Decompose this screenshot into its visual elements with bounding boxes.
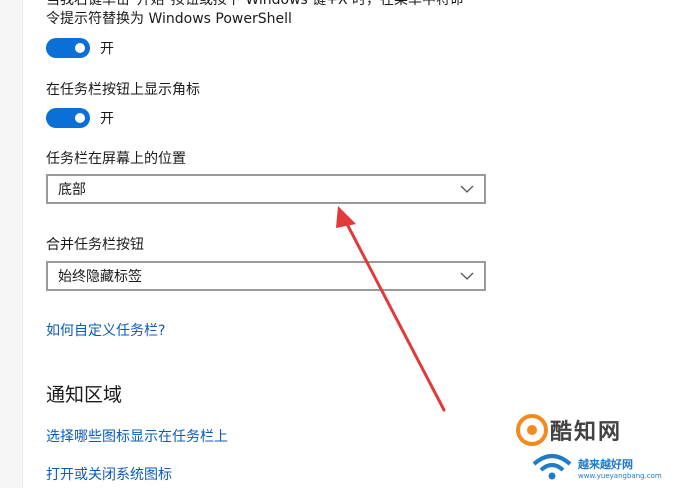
winx-toggle-row[interactable]: 开 <box>46 38 114 58</box>
taskbar-position-select[interactable]: 底部 <box>46 174 486 204</box>
combine-buttons-value: 始终隐藏标签 <box>58 269 142 285</box>
combine-buttons-select[interactable]: 始终隐藏标签 <box>46 261 486 291</box>
notification-area-title: 通知区域 <box>46 384 123 406</box>
watermark-url: www.yueyangbang.com <box>578 472 662 480</box>
winx-toggle-state: 开 <box>100 41 114 57</box>
settings-page: 当我右键单击"开始"按钮或按下 Windows 键+X 时，在菜单中将命 令提示… <box>0 0 673 488</box>
badges-toggle-row[interactable]: 开 <box>46 108 114 128</box>
taskbar-position-label: 任务栏在屏幕上的位置 <box>46 151 186 167</box>
watermark-brand: 酷知网 <box>550 420 623 445</box>
badges-label: 在任务栏按钮上显示角标 <box>46 82 200 98</box>
chevron-down-icon <box>460 185 474 193</box>
toggle-knob <box>75 43 85 53</box>
badges-toggle-state: 开 <box>100 111 114 127</box>
winx-description-line2: 令提示符替换为 Windows PowerShell <box>46 11 292 27</box>
badges-toggle-switch[interactable] <box>46 108 90 128</box>
left-gutter <box>0 0 23 488</box>
chevron-down-icon <box>460 272 474 280</box>
select-taskbar-icons-link[interactable]: 选择哪些图标显示在任务栏上 <box>46 426 228 446</box>
toggle-knob <box>75 113 85 123</box>
system-icons-link[interactable]: 打开或关闭系统图标 <box>46 464 172 484</box>
taskbar-position-value: 底部 <box>58 182 86 198</box>
customize-taskbar-link[interactable]: 如何自定义任务栏? <box>46 320 165 340</box>
combine-buttons-label: 合并任务栏按钮 <box>46 237 144 253</box>
watermark-logo: 酷知网 越来越好网 www.yueyangbang.com <box>512 412 672 486</box>
watermark-logo-icon <box>516 414 548 446</box>
winx-toggle-switch[interactable] <box>46 38 90 58</box>
watermark-subtitle: 越来越好网 <box>578 458 633 471</box>
wifi-logo-icon <box>532 454 572 480</box>
